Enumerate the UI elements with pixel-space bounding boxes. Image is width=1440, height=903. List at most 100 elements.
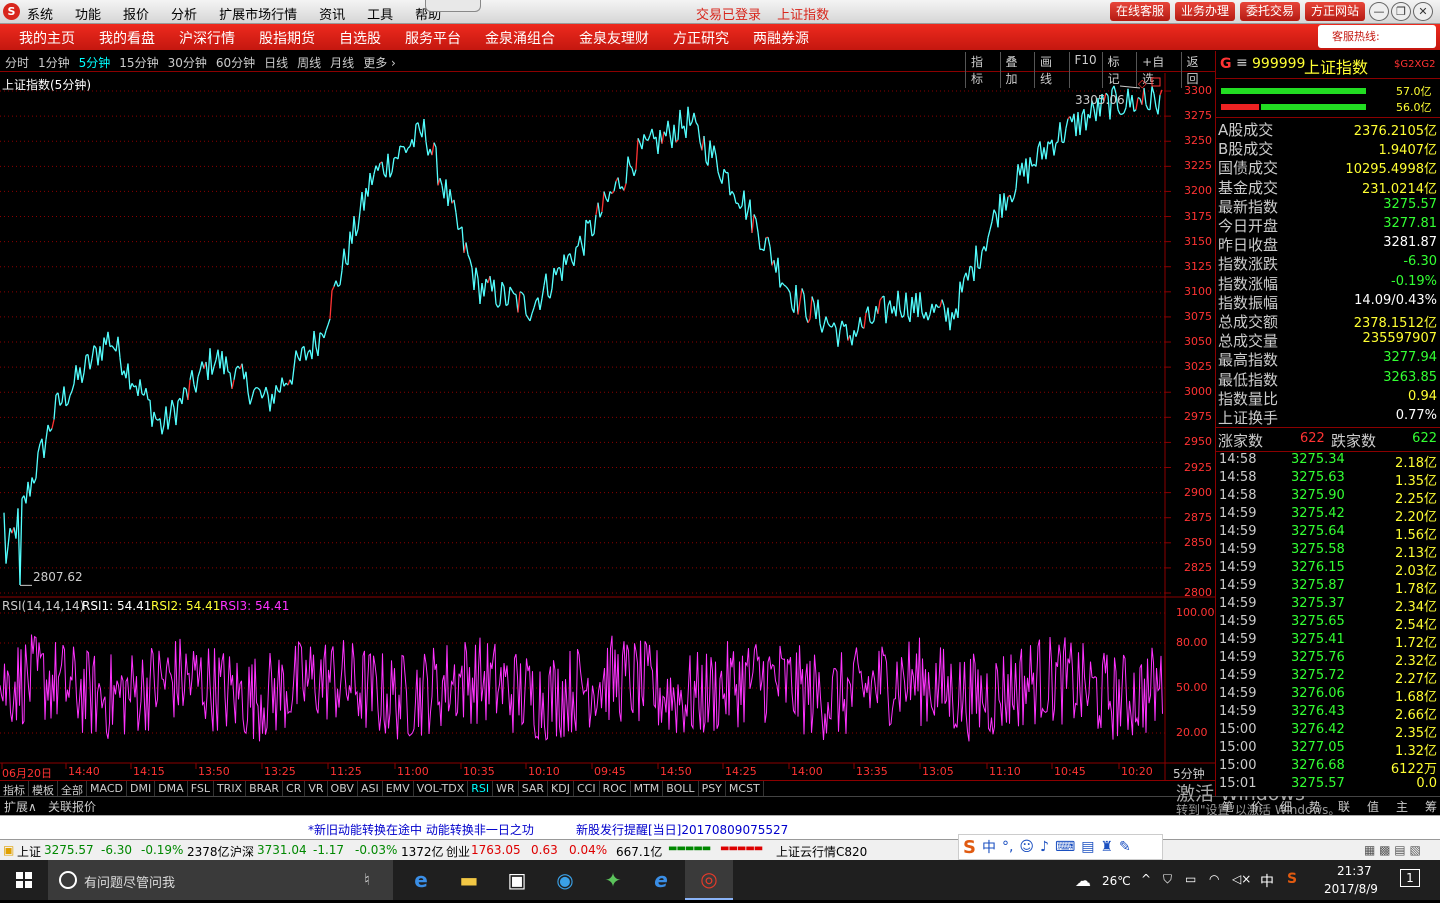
mic-icon[interactable]: ♪: [1040, 839, 1049, 855]
detail-tab-3[interactable]: 势: [1309, 798, 1321, 815]
nav-research[interactable]: 方正研究: [673, 28, 729, 48]
detail-tab-4[interactable]: 联: [1338, 798, 1350, 815]
nav-futures[interactable]: 股指期货: [259, 28, 315, 48]
nav-my-board[interactable]: 我的看盘: [99, 28, 155, 48]
group-icon[interactable]: G: [1220, 56, 1232, 72]
menu-system[interactable]: 系统: [27, 4, 53, 23]
nav-market[interactable]: 沪深行情: [179, 28, 235, 48]
detail-tab-5[interactable]: 值: [1367, 798, 1379, 815]
related-quote-tab[interactable]: 关联报价: [48, 798, 96, 815]
tray-small-icons[interactable]: ▦ ▩ ▤ ▧: [1364, 843, 1421, 857]
restore-icon[interactable]: ❐: [1391, 2, 1411, 21]
indicator-tab-24[interactable]: MCST: [726, 781, 764, 796]
indicator-tab-19[interactable]: CCI: [574, 781, 600, 796]
sogou-icon[interactable]: S: [963, 837, 976, 858]
indicator-tab-12[interactable]: ASI: [358, 781, 383, 796]
period-tab-8[interactable]: 月线: [330, 54, 354, 71]
clock-date[interactable]: 2017/8/9: [1324, 882, 1378, 896]
detail-tab-2[interactable]: 细: [1280, 798, 1292, 815]
nav-finance[interactable]: 金泉友理财: [579, 28, 649, 48]
ie-icon[interactable]: e: [637, 860, 685, 900]
cortana-search-box[interactable]: 有问题尽管问我 ♮: [48, 860, 393, 900]
online-service-button[interactable]: 在线客服: [1110, 2, 1170, 21]
menu-tools[interactable]: 工具: [367, 4, 393, 23]
menu-news[interactable]: 资讯: [319, 4, 345, 23]
clock-time[interactable]: 21:37: [1337, 864, 1372, 878]
indicator-tab-7[interactable]: TRIX: [214, 781, 246, 796]
period-tab-7[interactable]: 周线: [297, 54, 321, 71]
keyboard-icon[interactable]: ⌨: [1055, 839, 1075, 855]
indicator-tab-5[interactable]: DMA: [155, 781, 188, 796]
nav-margin[interactable]: 两融券源: [753, 28, 809, 48]
close-icon[interactable]: ✕: [1413, 2, 1433, 21]
expand-icon[interactable]: [1152, 78, 1160, 86]
skin-icon[interactable]: ♜: [1100, 839, 1113, 855]
business-button[interactable]: 业务办理: [1175, 2, 1235, 21]
menu-quote[interactable]: 报价: [123, 4, 149, 23]
indicator-tab-17[interactable]: SAR: [519, 781, 548, 796]
indicator-tab-11[interactable]: OBV: [328, 781, 358, 796]
trade-button[interactable]: 委托交易: [1240, 2, 1300, 21]
period-tab-2[interactable]: 5分钟: [79, 54, 111, 71]
period-tab-6[interactable]: 日线: [264, 54, 288, 71]
menu-icon[interactable]: ≡: [1236, 55, 1248, 71]
app-green-icon[interactable]: ✦: [589, 860, 637, 900]
microphone-icon[interactable]: ♮: [364, 870, 370, 889]
indicator-tab-1[interactable]: 模板: [29, 781, 58, 796]
period-tab-0[interactable]: 分时: [5, 54, 29, 71]
ime-indicator[interactable]: 中: [1260, 871, 1274, 891]
indicator-tab-10[interactable]: VR: [305, 781, 327, 796]
indicator-tab-18[interactable]: KDJ: [548, 781, 574, 796]
period-tab-1[interactable]: 1分钟: [38, 54, 70, 71]
detail-tab-1[interactable]: 价: [1251, 798, 1263, 815]
menu-analysis[interactable]: 分析: [171, 4, 197, 23]
period-tab-5[interactable]: 60分钟: [216, 54, 255, 71]
punctuation-icon[interactable]: °,: [1002, 839, 1013, 855]
indicator-tab-9[interactable]: CR: [283, 781, 305, 796]
nav-portfolio[interactable]: 金泉涌组合: [485, 28, 555, 48]
indicator-tab-15[interactable]: RSI: [468, 781, 493, 796]
edge-icon[interactable]: e: [397, 860, 445, 900]
diamond-icon[interactable]: ◇: [1138, 77, 1147, 90]
website-button[interactable]: 方正网站: [1305, 2, 1365, 21]
wifi-icon[interactable]: ◠: [1209, 872, 1219, 886]
period-tab-9[interactable]: 更多 ›: [363, 54, 396, 71]
hotline-badge[interactable]: 客服热线: 95571: [1318, 25, 1436, 48]
nav-watchlist[interactable]: 自选股: [339, 28, 381, 48]
menu-extended-market[interactable]: 扩展市场行情: [219, 4, 297, 23]
indicator-tab-23[interactable]: PSY: [699, 781, 726, 796]
chart-area[interactable]: ◇ 上证指数(5分钟) 3305.06 2807.62 RSI(14,14,14…: [0, 73, 1215, 797]
ime-chinese-icon[interactable]: 中: [982, 837, 996, 857]
indicator-tab-3[interactable]: MACD: [87, 781, 127, 796]
weather-temp[interactable]: 26℃: [1102, 874, 1131, 888]
detail-tab-6[interactable]: 主: [1396, 798, 1408, 815]
cloud-quote-label[interactable]: 上证云行情C820: [776, 843, 867, 860]
price-chart-svg[interactable]: ◇: [0, 73, 1215, 780]
news-item-2[interactable]: 新股发行提醒[当日]20170809075527: [576, 821, 788, 838]
store-icon[interactable]: ▣: [493, 860, 541, 900]
indicator-tab-14[interactable]: VOL-TDX: [414, 781, 469, 796]
indicator-tab-20[interactable]: ROC: [600, 781, 631, 796]
extend-quote-toggle[interactable]: 扩展∧: [4, 798, 37, 815]
usb-icon[interactable]: ▭: [1185, 872, 1196, 886]
shield-icon[interactable]: ⛉: [1163, 872, 1172, 887]
sogou-tray-icon[interactable]: S: [1287, 871, 1297, 887]
minimize-icon[interactable]: —: [1369, 2, 1389, 21]
indicator-tab-6[interactable]: FSL: [188, 781, 214, 796]
weather-icon[interactable]: ☁: [1075, 871, 1091, 890]
notification-icon[interactable]: 1: [1400, 869, 1420, 887]
indicator-tab-21[interactable]: MTM: [631, 781, 664, 796]
period-tab-3[interactable]: 15分钟: [119, 54, 158, 71]
indicator-tab-16[interactable]: WR: [493, 781, 519, 796]
founder-app-icon[interactable]: ◎: [685, 860, 733, 900]
menu-function[interactable]: 功能: [75, 4, 101, 23]
toolbox-icon[interactable]: ▤: [1081, 839, 1094, 855]
indicator-tab-13[interactable]: EMV: [383, 781, 414, 796]
nav-service[interactable]: 服务平台: [405, 28, 461, 48]
settings-wrench-icon[interactable]: ✎: [1119, 839, 1131, 855]
windows-start-icon[interactable]: [0, 860, 48, 900]
indicator-tab-4[interactable]: DMI: [127, 781, 155, 796]
news-item-1[interactable]: *新旧动能转换在途中 动能转换非一日之功: [308, 821, 534, 838]
file-explorer-icon[interactable]: ▬: [445, 860, 493, 900]
detail-tab-0[interactable]: 笔: [1222, 798, 1234, 815]
